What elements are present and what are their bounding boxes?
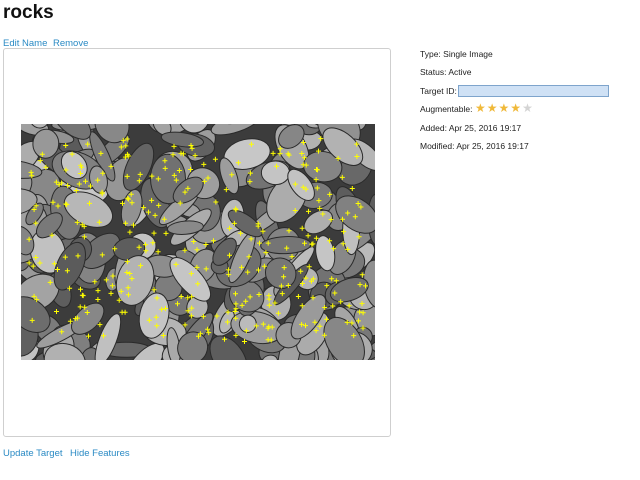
- target-id-label: Target ID:: [420, 86, 457, 96]
- target-id-field[interactable]: [458, 85, 609, 97]
- type-label: Type: Single Image: [420, 49, 493, 59]
- rocks-image: [21, 124, 375, 360]
- target-image: [21, 124, 375, 360]
- star-icon: ★: [498, 101, 510, 115]
- augmentable-rating: ★ ★ ★ ★ ★: [475, 102, 533, 114]
- star-icon: ★: [522, 101, 533, 115]
- target-image-panel: [3, 48, 391, 437]
- star-icon: ★: [510, 101, 522, 115]
- star-icon: ★: [486, 101, 498, 115]
- status-label: Status: Active: [420, 67, 472, 77]
- rock-shape: [260, 160, 291, 186]
- page-title: rocks: [3, 2, 54, 23]
- modified-date: Modified: Apr 25, 2016 19:17: [420, 141, 529, 151]
- star-icon: ★: [475, 101, 486, 115]
- update-target-link[interactable]: Update Target: [3, 448, 63, 459]
- augmentable-label: Augmentable:: [420, 104, 473, 114]
- hide-features-link[interactable]: Hide Features: [70, 448, 130, 459]
- added-date: Added: Apr 25, 2016 19:17: [420, 123, 522, 133]
